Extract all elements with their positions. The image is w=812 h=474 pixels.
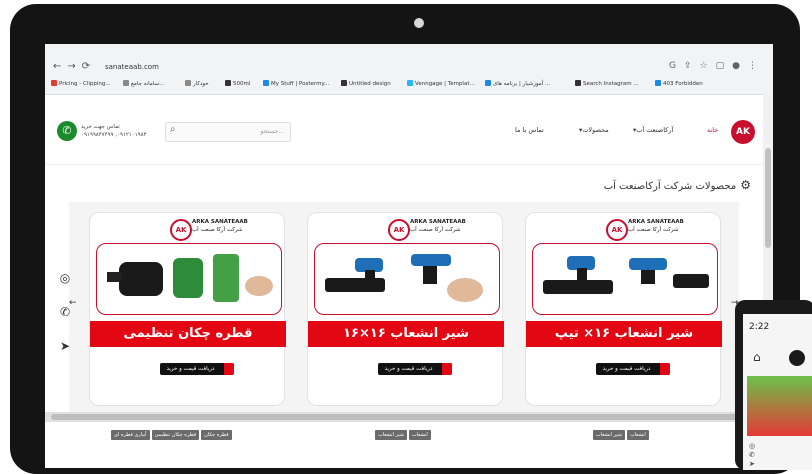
product-tags: آبیاری قطره ای قطره چکان تنظیمی قطره چکان xyxy=(111,430,234,440)
browser-window: ←→⟳ sanateaab.com G⇪☆▢●⋮ Pricing - Clipp… xyxy=(45,44,773,468)
brand-name-en: ARKA SANATEAAB xyxy=(628,219,684,225)
bookmark-item[interactable]: Untitled design xyxy=(341,80,391,87)
product-title: شیر انشعاب ۱۶×۱۶ xyxy=(308,321,504,347)
site-logo[interactable]: AK xyxy=(731,120,755,144)
smartphone: 2:22 ⌂ ◎ ✆ ➤ xyxy=(735,300,812,470)
menu-item-home[interactable]: خانه xyxy=(707,126,718,134)
tag[interactable]: قطره چکان xyxy=(201,430,232,440)
contact-title: تماس جهت خرید xyxy=(81,124,120,130)
nav-buttons[interactable]: ←→⟳ xyxy=(53,61,96,72)
bookmarks-bar: Pricing - Clipping... سامانه جامع... خود… xyxy=(45,78,773,92)
tractor-icon: ⚙ xyxy=(740,178,751,192)
brand-mark: AK xyxy=(388,219,410,241)
bookmark-icon xyxy=(407,80,413,86)
phone-social-icons: ◎ ✆ ➤ xyxy=(749,442,756,468)
search-input[interactable]: ⌕ جستجو... xyxy=(165,122,291,142)
valve-illustration xyxy=(325,254,483,302)
product-title: قطره چکان تنظیمی xyxy=(90,321,286,347)
header-divider xyxy=(45,164,763,165)
bookmark-icon xyxy=(123,80,129,86)
brand-mark: AK xyxy=(170,219,192,241)
bookmark-item[interactable]: آموزشیار | برنامه های ... xyxy=(485,80,550,87)
instagram-icon[interactable]: ◎ xyxy=(57,270,73,286)
arrow-icon xyxy=(224,363,234,375)
product-card[interactable]: AK ARKA SANATEAAB شرکت آرکا صنعت آب قطره… xyxy=(89,212,286,406)
bookmark-item[interactable]: 403 Forbidden xyxy=(655,80,703,87)
url-field[interactable]: sanateaab.com xyxy=(105,63,159,71)
product-carousel: ← → AK ARKA SANATEAAB شرکت آرکا صنعت آب … xyxy=(69,202,739,412)
bookmark-icon xyxy=(485,80,491,86)
phone-page-preview xyxy=(747,376,812,436)
search-placeholder: جستجو... xyxy=(260,128,284,135)
brand-logo: AK ARKA SANATEAAB شرکت آرکا صنعت آب xyxy=(384,217,494,241)
contact-info: تماس جهت خرید ۰۹۱۹۹۸۴۷۴۹۹ ,۰۹۱۲۱۰۱۹۸۴ xyxy=(81,123,147,139)
site-header: ✆ تماس جهت خرید ۰۹۱۹۹۸۴۷۴۹۹ ,۰۹۱۲۱۰۱۹۸۴ … xyxy=(45,96,763,166)
tag[interactable]: انشعاب xyxy=(626,430,649,440)
brand-name-en: ARKA SANATEAAB xyxy=(410,219,466,225)
phone-avatar xyxy=(789,350,805,366)
phone-icon[interactable]: ✆ xyxy=(57,121,77,141)
bookmark-icon xyxy=(655,80,661,86)
home-icon[interactable]: ⌂ xyxy=(753,350,761,364)
smartphone-screen: 2:22 ⌂ ◎ ✆ ➤ xyxy=(743,314,812,470)
bookmark-item[interactable]: My Stuff | Postermy... xyxy=(263,80,329,87)
product-card[interactable]: AK ARKA SANATEAAB شرکت آرکا صنعت آب شیر … xyxy=(307,212,504,406)
tag[interactable]: شیر انشعاب xyxy=(375,430,407,440)
horizontal-scrollbar[interactable] xyxy=(45,412,773,422)
bookmark-item[interactable]: سامانه جامع... xyxy=(123,80,164,87)
dripper-illustration xyxy=(107,254,273,302)
search-icon: ⌕ xyxy=(170,124,176,135)
scrollbar-thumb[interactable] xyxy=(51,414,741,420)
product-image[interactable] xyxy=(532,243,718,315)
brand-mark: AK xyxy=(606,219,628,241)
bookmark-item[interactable]: خودکار xyxy=(185,80,209,87)
brand-logo: AK ARKA SANATEAAB شرکت آرکا صنعت آب xyxy=(602,217,712,241)
menu-item-about[interactable]: ▾ آرکاصنعت آب xyxy=(633,126,673,134)
bookmark-icon xyxy=(185,80,191,86)
brand-logo: AK ARKA SANATEAAB شرکت آرکا صنعت آب xyxy=(166,217,276,241)
scrollbar-thumb[interactable] xyxy=(765,148,771,248)
menu-item-products[interactable]: ▾ محصولات xyxy=(579,126,609,134)
whatsapp-icon[interactable]: ✆ xyxy=(57,304,73,320)
tag[interactable]: شیر انشعاب xyxy=(593,430,625,440)
phone-time: 2:22 xyxy=(749,322,770,332)
arrow-icon xyxy=(660,363,670,375)
browser-toolbar-icons[interactable]: G⇪☆▢●⋮ xyxy=(669,61,765,71)
buy-button[interactable]: دریافت قیمت و خرید xyxy=(160,363,234,375)
bookmark-item[interactable]: Pricing - Clipping... xyxy=(51,80,111,87)
product-image[interactable] xyxy=(96,243,282,315)
bookmark-icon xyxy=(263,80,269,86)
product-tags: شیر انشعاب انشعاب xyxy=(375,430,433,440)
brand-name-fa: شرکت آرکا صنعت آب xyxy=(628,227,679,233)
bookmark-icon xyxy=(51,80,57,86)
product-tags: شیر انشعاب انشعاب xyxy=(593,430,651,440)
buy-button[interactable]: دریافت قیمت و خرید xyxy=(596,363,670,375)
bookmark-icon xyxy=(575,80,581,86)
telegram-icon[interactable]: ➤ xyxy=(57,338,73,354)
tag[interactable]: انشعاب xyxy=(408,430,431,440)
bookmark-icon xyxy=(341,80,347,86)
product-image[interactable] xyxy=(314,243,500,315)
valve-tape-illustration xyxy=(543,256,709,294)
product-title: شیر انشعاب ۱۶× تیپ xyxy=(526,321,722,347)
webcam xyxy=(414,18,424,28)
section-title-text: محصولات شرکت آرکاصنعت آب xyxy=(603,181,737,192)
arrow-icon xyxy=(442,363,452,375)
contact-numbers: ۰۹۱۹۹۸۴۷۴۹۹ ,۰۹۱۲۱۰۱۹۸۴ xyxy=(81,132,147,138)
menu-item-contact[interactable]: تماس با ما xyxy=(515,126,544,134)
address-bar-row: ←→⟳ sanateaab.com G⇪☆▢●⋮ xyxy=(45,58,773,78)
bookmark-item[interactable]: Search Instagram ... xyxy=(575,80,639,87)
buy-button[interactable]: دریافت قیمت و خرید xyxy=(378,363,452,375)
brand-name-fa: شرکت آرکا صنعت آب xyxy=(192,227,243,233)
product-card[interactable]: AK ARKA SANATEAAB شرکت آرکا صنعت آب شیر … xyxy=(525,212,722,406)
bookmark-icon xyxy=(225,80,231,86)
section-title: محصولات شرکت آرکاصنعت آب ⚙ xyxy=(604,178,751,192)
brand-name-en: ARKA SANATEAAB xyxy=(192,219,248,225)
brand-name-fa: شرکت آرکا صنعت آب xyxy=(410,227,461,233)
browser-chrome: ←→⟳ sanateaab.com G⇪☆▢●⋮ Pricing - Clipp… xyxy=(45,44,773,95)
bookmark-item[interactable]: 500ml xyxy=(225,80,250,87)
bookmark-item[interactable]: Venngage | Templat... xyxy=(407,80,475,87)
tag[interactable]: آبیاری قطره ای xyxy=(111,430,150,440)
tag[interactable]: قطره چکان تنظیمی xyxy=(151,430,200,440)
